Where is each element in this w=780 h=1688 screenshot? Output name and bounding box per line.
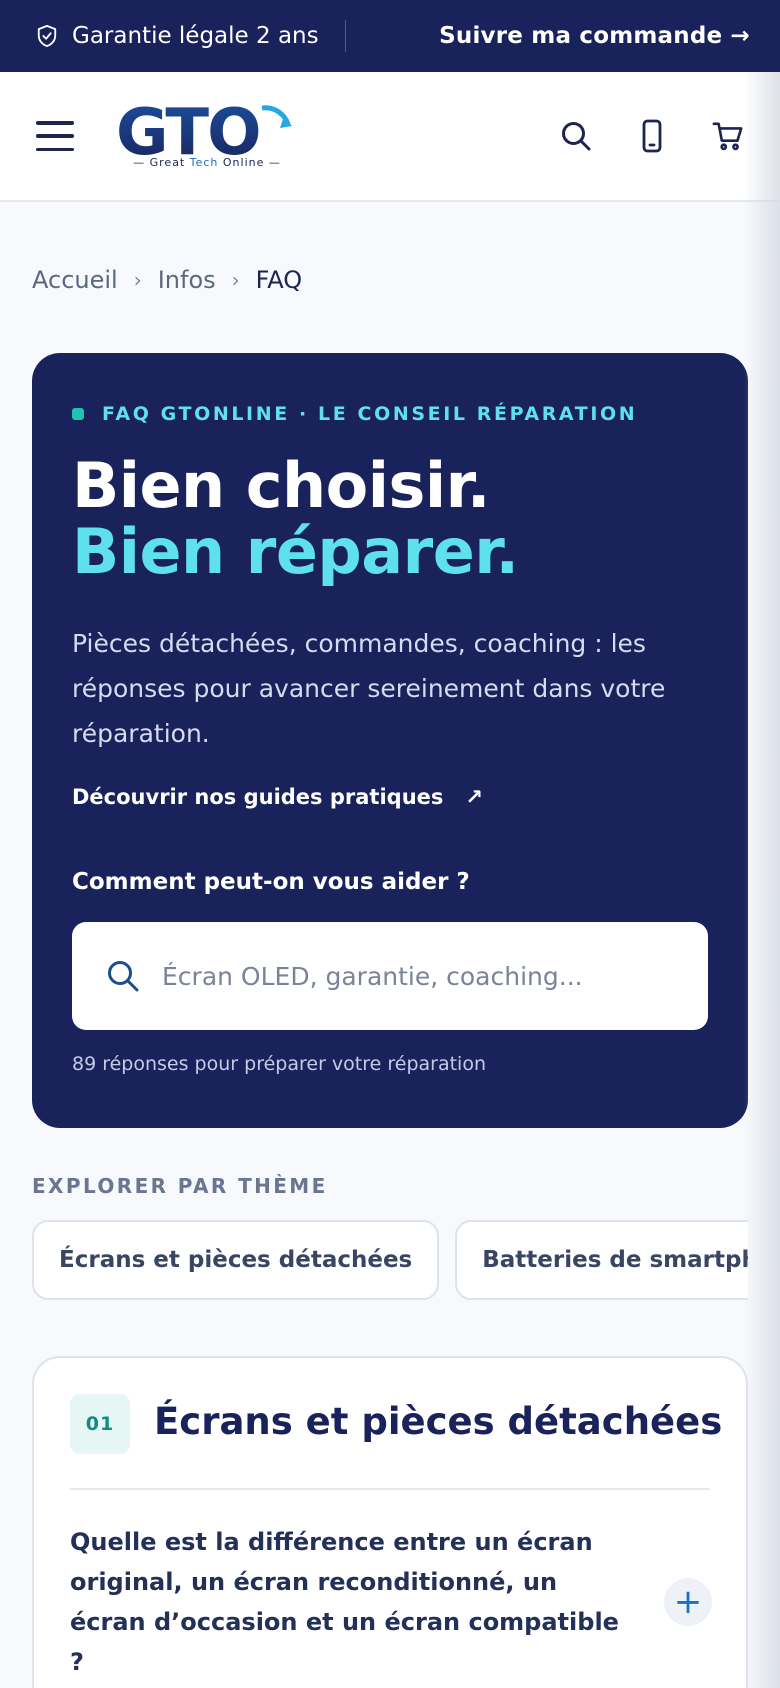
- search-icon[interactable]: [560, 119, 592, 153]
- faq-search-box[interactable]: [72, 922, 708, 1030]
- hero-eyebrow: FAQ GTONLINE · LE CONSEIL RÉPARATION: [72, 403, 637, 425]
- external-arrow-icon: ↗: [465, 785, 483, 809]
- help-label: Comment peut-on vous aider ?: [72, 869, 470, 895]
- themes-heading: EXPLORER PAR THÈME: [32, 1174, 328, 1198]
- guarantee-text: Garantie légale 2 ans: [72, 23, 319, 49]
- page: Garantie légale 2 ans Suivre ma commande…: [0, 0, 780, 1688]
- logo-tagline: — Great Tech Online —: [133, 156, 281, 169]
- faq-search-input[interactable]: [162, 961, 682, 991]
- section-number: 01: [70, 1394, 130, 1454]
- topbar-divider: [344, 20, 346, 52]
- breadcrumb-home[interactable]: Accueil: [32, 266, 118, 294]
- cart-icon[interactable]: [712, 119, 744, 153]
- answers-count: 89 réponses pour préparer votre réparati…: [72, 1053, 486, 1075]
- section-divider: [70, 1488, 710, 1490]
- header-actions: [560, 119, 744, 153]
- menu-icon[interactable]: [36, 121, 74, 151]
- theme-chips: Écrans et pièces détachées Batteries de …: [32, 1220, 748, 1302]
- shield-check-icon: [37, 25, 57, 47]
- guides-link-label: Découvrir nos guides pratiques: [72, 785, 444, 809]
- eyebrow-text: FAQ GTONLINE · LE CONSEIL RÉPARATION: [102, 403, 638, 425]
- hero-title-line2: Bien réparer.: [72, 515, 519, 588]
- faq-question[interactable]: Quelle est la différence entre un écran …: [70, 1522, 630, 1682]
- plus-icon[interactable]: +: [664, 1578, 712, 1626]
- chip-ecrans[interactable]: Écrans et pièces détachées: [32, 1220, 440, 1300]
- phone-icon[interactable]: [636, 119, 668, 153]
- breadcrumb: Accueil › Infos › FAQ: [32, 266, 302, 294]
- hero-title: Bien choisir. Bien réparer.: [72, 453, 519, 585]
- eyebrow-dot-icon: [72, 408, 84, 420]
- track-order-link[interactable]: Suivre ma commande →: [439, 23, 750, 49]
- guides-link[interactable]: Découvrir nos guides pratiques ↗: [72, 785, 483, 809]
- hero-lead: Pièces détachées, commandes, coaching : …: [72, 629, 666, 748]
- chevron-right-icon: ›: [231, 268, 240, 292]
- breadcrumb-current: FAQ: [255, 266, 303, 294]
- faq-hero: FAQ GTONLINE · LE CONSEIL RÉPARATION Bie…: [32, 353, 748, 1128]
- search-icon: [108, 961, 139, 992]
- guarantee-notice: Garantie légale 2 ans: [36, 23, 319, 49]
- chevron-right-icon: ›: [133, 268, 142, 292]
- breadcrumb-infos[interactable]: Infos: [158, 266, 216, 294]
- chip-batteries[interactable]: Batteries de smartphones: [455, 1220, 748, 1300]
- site-header: GTO — Great Tech Online —: [0, 72, 780, 202]
- logo[interactable]: GTO — Great Tech Online —: [116, 96, 298, 176]
- top-bar: Garantie légale 2 ans Suivre ma commande…: [0, 0, 780, 72]
- scroll-edge-shadow: [744, 72, 780, 1688]
- hero-title-line1: Bien choisir.: [72, 449, 490, 522]
- section-title: Écrans et pièces détachées: [154, 1400, 723, 1443]
- faq-section-card: 01 Écrans et pièces détachées Quelle est…: [32, 1356, 748, 1688]
